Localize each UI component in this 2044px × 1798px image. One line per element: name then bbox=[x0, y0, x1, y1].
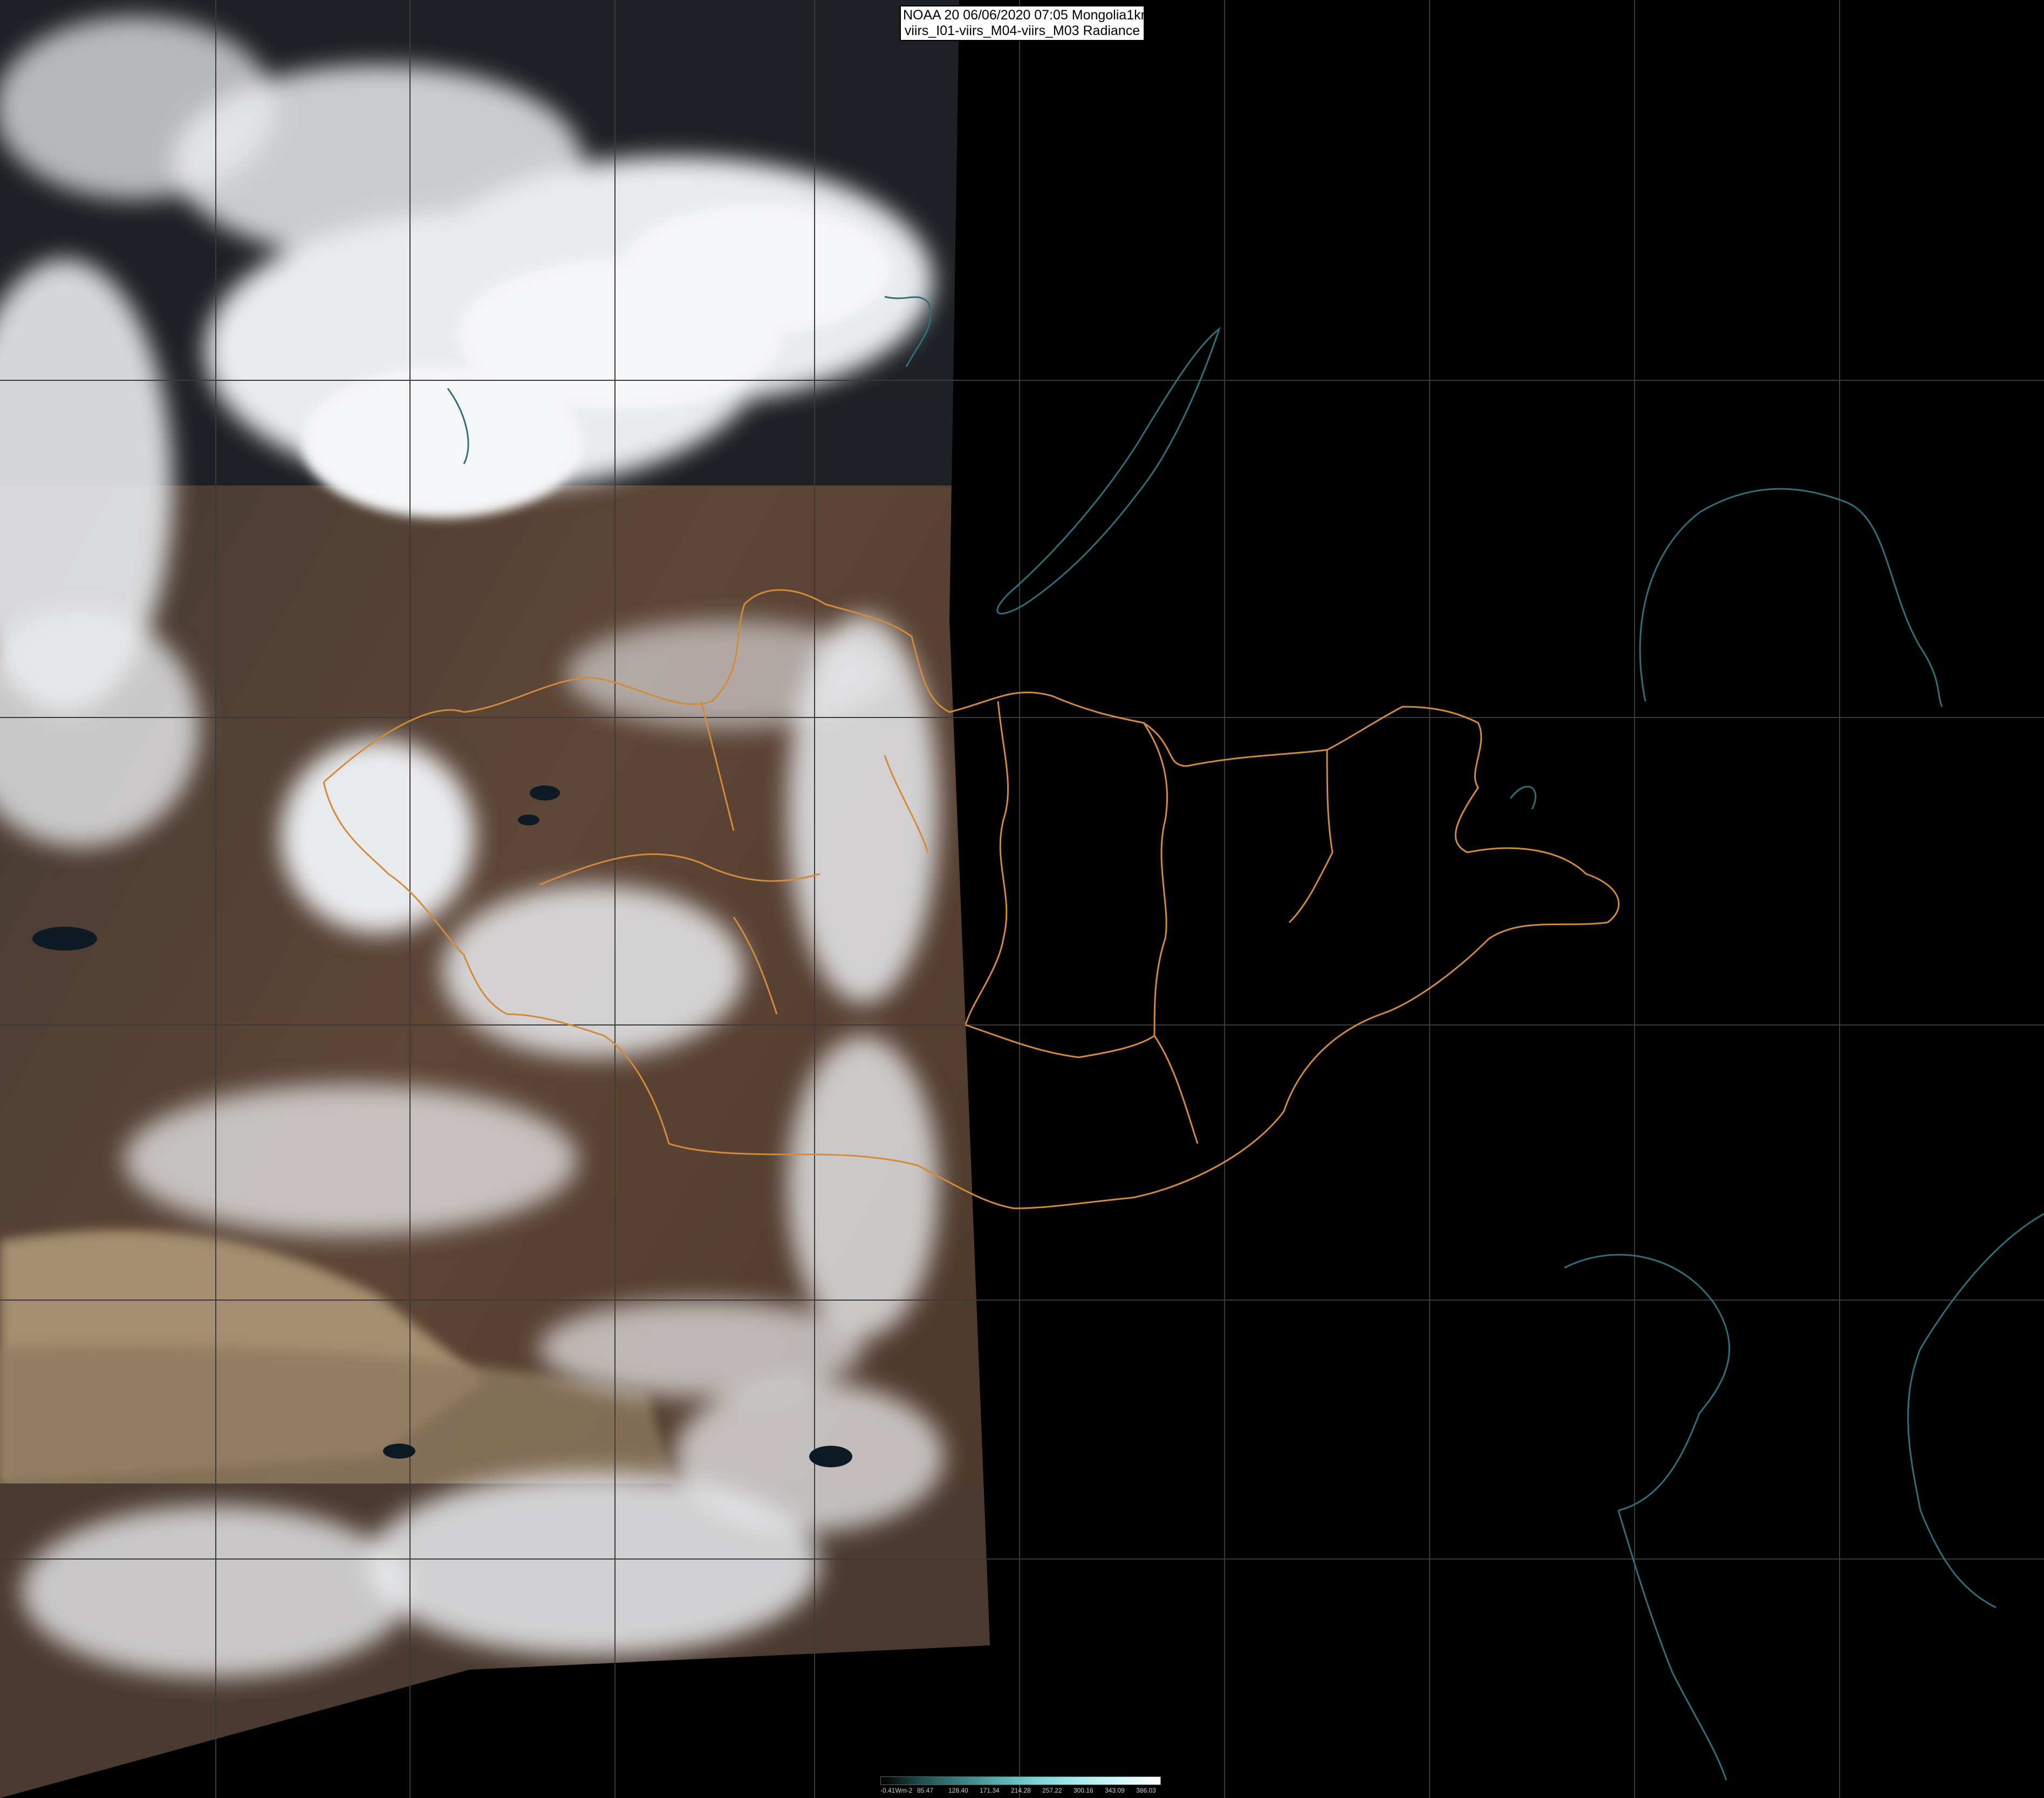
colorbar-tick: -0.41Wm-2 bbox=[880, 1787, 913, 1794]
colorbar-tick: 343.09 bbox=[1105, 1787, 1125, 1794]
colorbar-tick: 171.34 bbox=[980, 1787, 1000, 1794]
satellite-image bbox=[0, 0, 2044, 1798]
image-title-box: NOAA 20 06/06/2020 07:05 Mongolia1km vii… bbox=[900, 5, 1152, 41]
colorbar-tick: 128.40 bbox=[948, 1787, 968, 1794]
title-line-2: viirs_I01-viirs_M04-viirs_M03 Radiance bbox=[904, 23, 1140, 38]
colorbar-tick-labels: -0.41Wm-2 85.47 128.40 171.34 214.28 257… bbox=[880, 1786, 1161, 1795]
title-line-1: NOAA 20 06/06/2020 07:05 Mongolia1km bbox=[903, 8, 1152, 23]
radiance-colorbar: -0.41Wm-2 85.47 128.40 171.34 214.28 257… bbox=[880, 1776, 1161, 1795]
colorbar-tick: 386.03 bbox=[1136, 1787, 1156, 1794]
colorbar-tick: 214.28 bbox=[1011, 1787, 1031, 1794]
colorbar-tick: 300.16 bbox=[1074, 1787, 1093, 1794]
colorbar-gradient bbox=[880, 1776, 1161, 1785]
colorbar-tick: 85.47 bbox=[917, 1787, 934, 1794]
daylight-swath bbox=[0, 0, 990, 1798]
colorbar-tick: 257.22 bbox=[1042, 1787, 1062, 1794]
